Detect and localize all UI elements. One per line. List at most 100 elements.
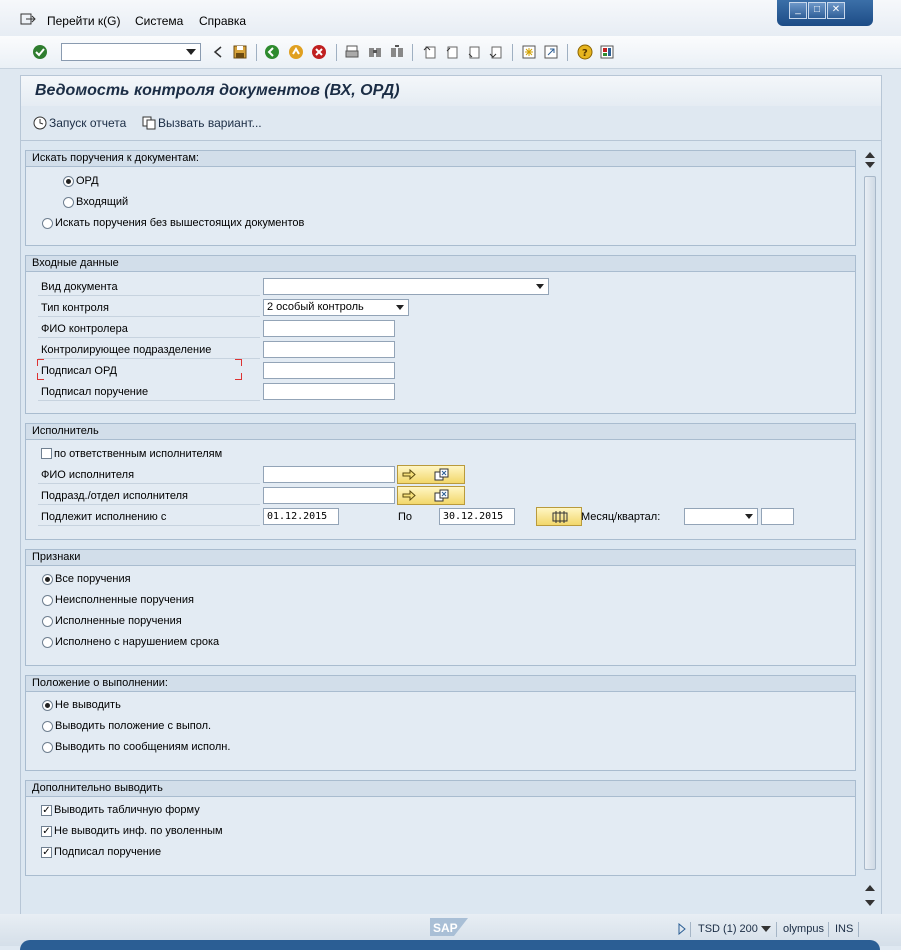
radio-no-output[interactable]: [42, 700, 53, 711]
svg-text:?: ?: [582, 48, 588, 59]
executor-search-button[interactable]: [397, 465, 465, 484]
radio-by-messages-label: Выводить по сообщениям исполн.: [55, 741, 231, 753]
exec-dept-input[interactable]: [263, 487, 395, 504]
checkbox-responsible[interactable]: [41, 448, 52, 459]
controller-label: ФИО контролера: [41, 323, 128, 335]
scroll-thumb[interactable]: [864, 176, 876, 870]
date-from-input[interactable]: 01.12.2015: [263, 508, 339, 525]
chevron-down-icon[interactable]: [761, 926, 771, 932]
close-button[interactable]: ✕: [827, 2, 845, 19]
executor-input[interactable]: [263, 466, 395, 483]
radio-no-output-label: Не выводить: [55, 699, 121, 711]
find-next-icon[interactable]: [389, 44, 405, 60]
radio-incoming[interactable]: [63, 197, 74, 208]
dept-label: Контролирующее подразделение: [41, 344, 212, 356]
control-type-select[interactable]: 2 особый контроль: [263, 299, 409, 316]
help-icon[interactable]: ?: [577, 44, 593, 60]
maximize-button[interactable]: □: [808, 2, 826, 19]
arrow-right-icon: [402, 468, 416, 481]
checkbox-table-form-label: Выводить табличную форму: [54, 804, 200, 816]
chevron-down-icon[interactable]: [186, 49, 196, 55]
doc-type-select[interactable]: [263, 278, 549, 295]
scroll-down-icon[interactable]: [865, 162, 875, 168]
group-search-orders: Искать поручения к документам: ОРД Входя…: [25, 150, 856, 246]
dept-input[interactable]: [263, 341, 395, 358]
group-header: Входные данные: [26, 256, 855, 272]
enter-check-icon[interactable]: [32, 44, 48, 60]
system-info: TSD (1) 200: [698, 923, 758, 935]
next-page-icon[interactable]: [466, 44, 482, 60]
radio-unfulfilled[interactable]: [42, 595, 53, 606]
back-icon[interactable]: [264, 44, 280, 60]
scroll-down-icon[interactable]: [865, 900, 875, 906]
radio-late-label: Исполнено с нарушением срока: [55, 636, 220, 648]
server-name: olympus: [783, 923, 824, 935]
save-icon[interactable]: [232, 44, 248, 60]
menu-help[interactable]: Справка: [199, 14, 246, 28]
last-page-icon[interactable]: [488, 44, 504, 60]
window-controls: _ □ ✕: [777, 0, 873, 26]
radio-with-execution-label: Выводить положение с выпол.: [55, 720, 212, 732]
first-page-icon[interactable]: [422, 44, 438, 60]
checkbox-signed-order-label: Подписал поручение: [54, 846, 162, 858]
exit-icon[interactable]: [288, 44, 304, 60]
svg-text:SAP: SAP: [433, 921, 458, 935]
period-button[interactable]: [536, 507, 582, 526]
quarter-input[interactable]: [761, 508, 794, 525]
multiple-selection-icon: [434, 489, 449, 502]
month-quarter-label: Месяц/квартал:: [581, 511, 661, 523]
group-header: Дополнительно выводить: [26, 781, 855, 797]
signed-ord-input[interactable]: [263, 362, 395, 379]
exec-dept-label: Подразд./отдел исполнителя: [41, 490, 188, 502]
radio-fulfilled[interactable]: [42, 616, 53, 627]
find-icon[interactable]: [367, 44, 383, 60]
minimize-button[interactable]: _: [789, 2, 807, 19]
month-select[interactable]: [684, 508, 758, 525]
exec-dept-search-button[interactable]: [397, 486, 465, 505]
get-variant-label: Вызвать вариант...: [158, 116, 262, 130]
scroll-up-icon[interactable]: [865, 885, 875, 891]
layout-menu-icon[interactable]: [599, 44, 615, 60]
run-report-button[interactable]: Запуск отчета: [33, 116, 126, 130]
scroll-up-icon[interactable]: [865, 152, 875, 158]
get-variant-button[interactable]: Вызвать вариант...: [142, 116, 262, 130]
bottom-frame: [20, 940, 880, 950]
radio-all-orders-label: Все поручения: [55, 573, 131, 585]
new-session-icon[interactable]: [521, 44, 537, 60]
radio-no-parent-label: Искать поручения без вышестоящих докумен…: [55, 217, 305, 229]
radio-all-orders[interactable]: [42, 574, 53, 585]
menu-system[interactable]: Система: [135, 14, 183, 28]
checkbox-table-form[interactable]: ✓: [41, 805, 52, 816]
radio-ord[interactable]: [63, 176, 74, 187]
run-report-label: Запуск отчета: [49, 116, 127, 130]
cancel-icon[interactable]: [311, 44, 327, 60]
menu-bar: Перейти к(G) Система Справка _ □ ✕: [0, 0, 901, 37]
execute-clock-icon: [33, 116, 47, 130]
date-to-input[interactable]: 30.12.2015: [439, 508, 515, 525]
group-header: Искать поручения к документам:: [26, 151, 855, 167]
radio-late[interactable]: [42, 637, 53, 648]
menu-exit-icon[interactable]: [20, 12, 36, 26]
signed-order-input[interactable]: [263, 383, 395, 400]
radio-with-execution[interactable]: [42, 721, 53, 732]
checkbox-signed-order[interactable]: ✓: [41, 847, 52, 858]
shortcut-icon[interactable]: [543, 44, 559, 60]
multiple-selection-icon: [434, 468, 449, 481]
radio-no-parent[interactable]: [42, 218, 53, 229]
controller-input[interactable]: [263, 320, 395, 337]
group-input-data: Входные данные Вид документа Тип контрол…: [25, 255, 856, 414]
previous-page-icon[interactable]: [444, 44, 460, 60]
signed-order-label: Подписал поручение: [41, 386, 149, 398]
collapse-command-icon[interactable]: [210, 44, 226, 60]
command-field[interactable]: [61, 43, 201, 61]
radio-unfulfilled-label: Неисполненные поручения: [55, 594, 194, 606]
standard-toolbar: ?: [0, 36, 901, 69]
vertical-scrollbar[interactable]: [862, 152, 878, 912]
print-icon[interactable]: [344, 44, 360, 60]
radio-ord-label: ОРД: [76, 175, 99, 187]
status-expand-icon[interactable]: [678, 923, 686, 935]
menu-goto[interactable]: Перейти к(G): [47, 14, 120, 28]
checkbox-no-dismissed[interactable]: ✓: [41, 826, 52, 837]
radio-by-messages[interactable]: [42, 742, 53, 753]
focus-frame: [37, 359, 242, 380]
